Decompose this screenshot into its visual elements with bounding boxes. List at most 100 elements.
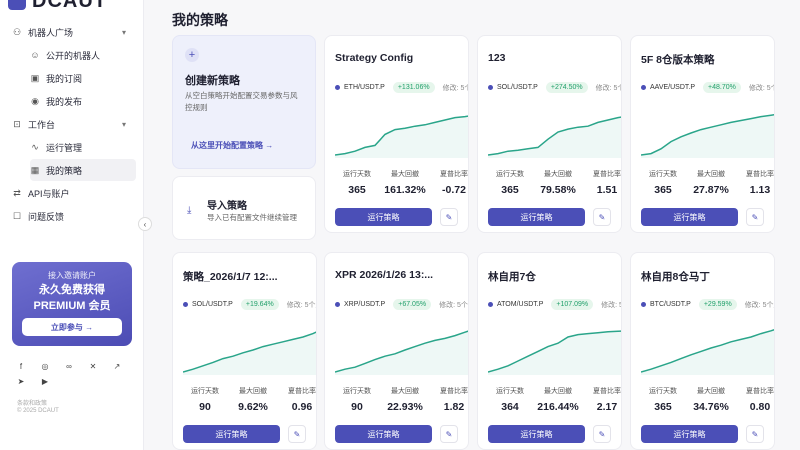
telegram-icon[interactable]: ➤ (16, 377, 26, 386)
run-strategy-button[interactable]: 运行策略 (488, 425, 585, 443)
modified-time: 修改: 5个月 (748, 84, 774, 92)
chevron-down-icon[interactable]: ▾ (122, 120, 126, 129)
strategy-pair-row: XRP/USDT.P +67.05% 修改: 5个月 (335, 299, 468, 310)
equity-sparkline (488, 116, 621, 158)
pair-dot (488, 302, 493, 307)
grid-icon: ▦ (30, 164, 40, 175)
logo-icon (8, 0, 26, 10)
sidebar-item[interactable]: ▦ 我的策略 (30, 159, 136, 181)
run-strategy-button[interactable]: 运行策略 (335, 208, 432, 226)
equity-sparkline (335, 115, 468, 158)
youtube-icon[interactable]: ▶ (40, 377, 50, 386)
edit-file-icon[interactable]: ✎ (746, 425, 764, 443)
gain-badge: +107.09% (551, 299, 594, 310)
strategy-name: 林自用8仓马丁 (641, 271, 710, 283)
feedback-icon: ☐ (12, 210, 22, 221)
create-strategy-card[interactable]: + 创建新策略 从空白策略开始配置交易参数与风控规则 从这里开始配置策略 → (172, 35, 316, 169)
pair-symbol: AAVE/USDT.P (650, 84, 695, 91)
sidebar-item-label: 我的发布 (46, 96, 83, 107)
days-label: 运行天数 (191, 388, 219, 395)
strategy-card[interactable]: Strategy Config ETH/USDT.P +131.06% 修改: 5个月… (324, 35, 469, 233)
strategy-card[interactable]: XPR 2026/1/26 13:... XRP/USDT.P +67.05% 修改:… (324, 252, 469, 450)
sharpe-label: 夏普比率 (746, 171, 774, 178)
sidebar-item-label: 运行管理 (46, 142, 83, 153)
chevron-down-icon[interactable]: ▾ (122, 28, 126, 37)
drawdown-value: 9.62% (238, 401, 268, 413)
drawdown-value: 22.93% (387, 401, 423, 413)
sharpe-label: 夏普比率 (440, 171, 468, 178)
run-strategy-button[interactable]: 运行策略 (488, 208, 585, 226)
equity-sparkline (488, 330, 621, 375)
edit-file-icon[interactable]: ✎ (593, 208, 611, 226)
sidebar-item[interactable]: ☺ 公开的机器人 (30, 44, 136, 66)
sidebar-item[interactable]: ⊡ 工作台 ▾ (12, 113, 136, 135)
gain-badge: +19.64% (240, 299, 279, 310)
sidebar-item[interactable]: ⇄ API与账户 (12, 182, 136, 204)
drawdown-value: 79.58% (540, 184, 576, 196)
days-label: 运行天数 (496, 388, 524, 395)
pair-symbol: BTC/USDT.P (650, 301, 691, 308)
chart-icon[interactable]: ↗ (112, 362, 122, 371)
terms-link[interactable]: 条款和政策 (17, 398, 47, 407)
pair-dot (488, 85, 493, 90)
equity-sparkline (183, 331, 316, 375)
strategy-name: 5F 8仓版本策略 (641, 54, 715, 66)
strategy-card[interactable]: 策略_2026/1/7 12:... SOL/USDT.P +19.64% 修改: 5… (172, 252, 317, 450)
join-now-button[interactable]: 立即参与 → (22, 318, 122, 336)
collapse-sidebar-button[interactable]: ‹ (138, 217, 152, 231)
sparkline-area (183, 332, 316, 375)
edit-file-icon[interactable]: ✎ (593, 425, 611, 443)
run-strategy-button[interactable]: 运行策略 (183, 425, 280, 443)
import-strategy-title: 导入策略 (207, 201, 247, 212)
pair-dot (183, 302, 188, 307)
pair-symbol: XRP/USDT.P (344, 301, 386, 308)
edit-file-icon[interactable]: ✎ (288, 425, 306, 443)
sharpe-label: 夏普比率 (593, 171, 621, 178)
copyright: © 2025 DCAUT (17, 408, 59, 414)
drawdown-label: 最大回撤 (697, 388, 725, 395)
run-strategy-button[interactable]: 运行策略 (641, 425, 738, 443)
modified-time: 修改: 5个月 (439, 301, 468, 309)
api-icon: ⇄ (13, 187, 21, 198)
pair-symbol: SOL/USDT.P (497, 84, 538, 91)
create-strategy-desc: 从空白策略开始配置交易参数与风控规则 (185, 91, 298, 112)
strategy-pair-row: ATOM/USDT.P +107.09% 修改: 5个月 (488, 299, 621, 310)
import-strategy-card[interactable]: ⤓ 导入策略 导入已有配置文件继续管理 (172, 176, 316, 240)
sidebar-item[interactable]: ▣ 我的订阅 (30, 67, 136, 89)
strategy-card[interactable]: 林自用7仓 ATOM/USDT.P +107.09% 修改: 5个月运行天数 最大回撤 夏… (477, 252, 622, 450)
days-value: 364 (501, 401, 519, 413)
sidebar-item[interactable]: ☐ 问题反馈 (12, 205, 136, 227)
sharpe-label: 夏普比率 (746, 388, 774, 395)
days-label: 运行天数 (649, 171, 677, 178)
strategy-card[interactable]: 5F 8仓版本策略 AAVE/USDT.P +48.70% 修改: 5个月运行天数 最大… (630, 35, 775, 233)
modified-time: 修改: 5个月 (744, 301, 774, 309)
pair-symbol: ATOM/USDT.P (497, 301, 544, 308)
sharpe-value: 2.17 (596, 401, 618, 413)
sidebar: DCAUT ⚇ 机器人广场 ▾ ☺ 公开的机器人 ▣ 我的订阅 ◉ 我的发布 ⊡ 工作台 ▾ ∿ 运行管理… (0, 0, 144, 450)
sharpe-value: 0.80 (749, 401, 771, 413)
x-icon[interactable]: ✕ (88, 362, 98, 371)
logo[interactable]: DCAUT (8, 0, 107, 12)
edit-file-icon[interactable]: ✎ (746, 208, 764, 226)
facebook-icon[interactable]: f (16, 362, 26, 371)
edit-file-icon[interactable]: ✎ (440, 208, 458, 226)
strategy-name: 123 (488, 52, 506, 64)
gain-badge: +48.70% (703, 82, 741, 93)
invite-line2: 永久免费获得 (39, 284, 105, 296)
edit-file-icon[interactable]: ✎ (440, 425, 458, 443)
strategy-card[interactable]: 123 SOL/USDT.P +274.50% 修改: 5个月运行天数 最大回撤 夏普比率… (477, 35, 622, 233)
sidebar-item[interactable]: ◉ 我的发布 (30, 90, 136, 112)
social-links: f ◎ ∞ ✕ ↗ ➤ ▶ (16, 362, 126, 386)
sidebar-item[interactable]: ⚇ 机器人广场 ▾ (12, 21, 136, 43)
link-icon[interactable]: ∞ (64, 362, 74, 371)
import-file-icon: ⤓ (187, 205, 192, 216)
run-strategy-button[interactable]: 运行策略 (335, 425, 432, 443)
pair-dot (641, 302, 646, 307)
sidebar-item-label: 机器人广场 (28, 27, 74, 38)
strategy-card[interactable]: 林自用8仓马丁 BTC/USDT.P +29.59% 修改: 5个月运行天数 最大回撤 夏… (630, 252, 775, 450)
gain-badge: +29.59% (698, 299, 737, 310)
instagram-icon[interactable]: ◎ (40, 362, 50, 371)
sidebar-item[interactable]: ∿ 运行管理 (30, 136, 136, 158)
run-strategy-button[interactable]: 运行策略 (641, 208, 738, 226)
start-config-link[interactable]: 从这里开始配置策略 → (191, 140, 273, 151)
